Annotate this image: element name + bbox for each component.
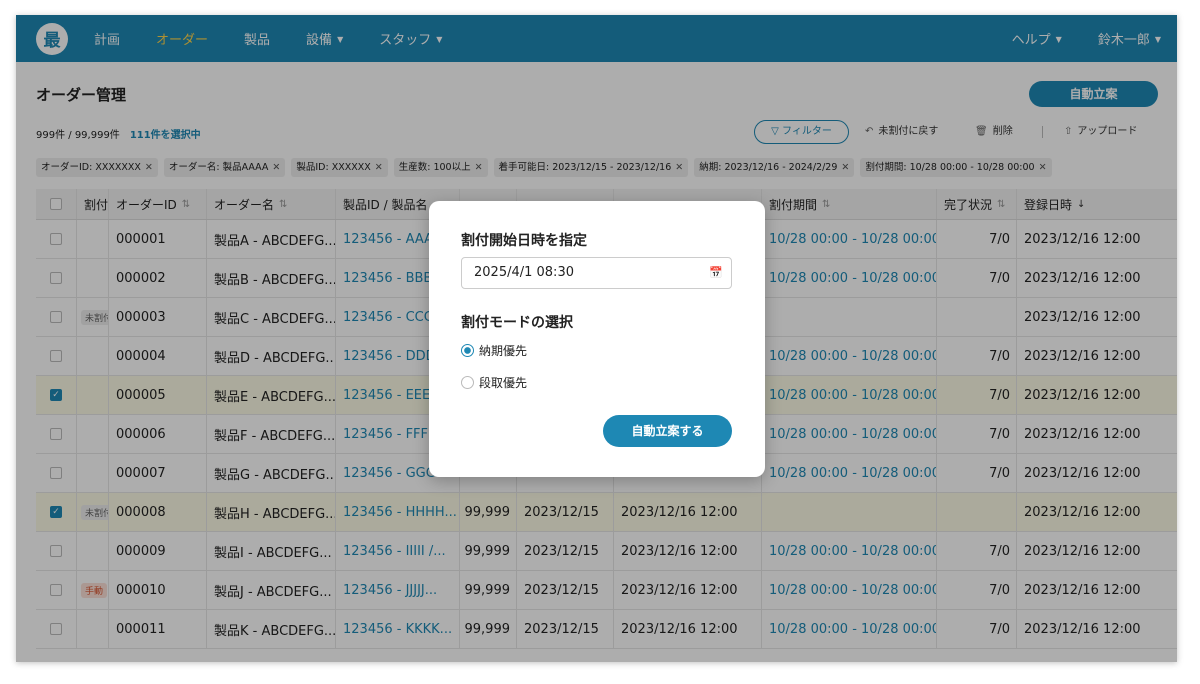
radio-due-priority[interactable]: 納期優先 bbox=[461, 342, 527, 359]
app-window: 最 計画 オーダー 製品 設備 ▼ スタッフ ▼ ヘルプ ▼ 鈴木一郎 ▼ オーダー管理 自動立… bbox=[16, 15, 1177, 662]
run-auto-plan-button[interactable]: 自動立案する bbox=[603, 415, 732, 447]
dialog-title: 割付開始日時を指定 bbox=[461, 233, 587, 249]
radio-setup-priority-label: 段取優先 bbox=[479, 376, 528, 390]
radio-button-unchecked[interactable] bbox=[461, 376, 474, 389]
radio-due-priority-label: 納期優先 bbox=[479, 344, 528, 358]
auto-plan-dialog: 割付開始日時を指定 2025/4/1 08:30 📅 割付モードの選択 納期優先… bbox=[429, 201, 765, 477]
radio-button-checked[interactable] bbox=[461, 344, 474, 357]
start-datetime-value: 2025/4/1 08:30 bbox=[474, 265, 574, 280]
start-datetime-input[interactable]: 2025/4/1 08:30 📅 bbox=[461, 257, 732, 289]
calendar-icon[interactable]: 📅 bbox=[709, 258, 723, 288]
mode-section-title: 割付モードの選択 bbox=[461, 315, 573, 331]
radio-setup-priority[interactable]: 段取優先 bbox=[461, 374, 527, 391]
